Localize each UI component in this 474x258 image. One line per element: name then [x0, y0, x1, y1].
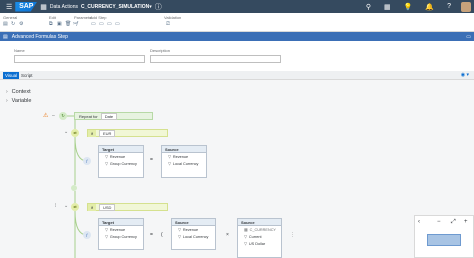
drag-handle-icon[interactable]: ⁞ [55, 203, 56, 209]
filter-icon: ▽ [178, 235, 181, 239]
repeat-node-icon[interactable]: ↻ [59, 112, 67, 120]
model-icon: ▦ [244, 228, 248, 232]
filter-icon: ▽ [168, 155, 171, 159]
filter-icon: ▽ [178, 228, 181, 232]
zoom-in-button[interactable]: + [464, 219, 468, 225]
more-options-icon[interactable]: ⋮ [290, 232, 295, 238]
source3-row2: US Dollar [248, 242, 266, 246]
filter-icon: ▽ [105, 155, 108, 159]
if-eur-bar[interactable]: if EUR [87, 129, 168, 137]
target1-title: Target [99, 146, 143, 153]
target2-title: Target [99, 219, 143, 226]
if1-collapse-icon[interactable]: ⌄ [64, 129, 68, 135]
add-node-icon[interactable] [71, 185, 77, 191]
source-box-2[interactable]: Source ▽ Revenue ▽ Local Currency [171, 218, 216, 250]
target2-row1: Revenue [109, 228, 126, 232]
source3-title: Source [238, 219, 281, 226]
filter-icon: ▽ [105, 228, 108, 232]
source-box-1[interactable]: Source ▽ Revenue ▽ Local Currency [161, 145, 207, 178]
source1-row2: Local Currency [172, 162, 199, 166]
zoom-panel: ‹ − ⤢ + [414, 215, 474, 258]
collapse-zoom-icon[interactable]: ‹ [418, 219, 420, 225]
filter-icon: ▽ [168, 162, 171, 166]
target-box-2[interactable]: Target ▽ Revenue ▽ Group Currency [98, 218, 144, 250]
if-usd-bar[interactable]: if USD [87, 203, 168, 211]
if1-label: if [88, 130, 96, 137]
if2-collapse-icon[interactable]: ⌄ [64, 203, 68, 209]
source2-title: Source [172, 219, 215, 226]
if2-value[interactable]: USD [99, 204, 116, 211]
if2-node-icon[interactable]: ⇄ [71, 203, 79, 211]
target1-row2: Group Currency [109, 162, 137, 166]
repeat-for-label: Repeat for [79, 114, 98, 119]
if2-label: if [88, 204, 96, 211]
collapse-toggle-icon[interactable]: – [52, 113, 55, 119]
filter-icon: ▽ [105, 162, 108, 166]
filter-icon: ▽ [244, 235, 247, 239]
source2-row1: Revenue [182, 228, 199, 232]
source1-row1: Revenue [172, 155, 189, 159]
warning-icon[interactable]: ⚠ [43, 112, 48, 119]
filter-icon: ▽ [105, 235, 108, 239]
equals-operator-1: = [150, 157, 153, 163]
open-paren: ( [161, 232, 163, 238]
repeat-for-value[interactable]: Date [100, 113, 118, 120]
source3-row1: Current [248, 235, 262, 239]
fit-icon[interactable]: ⤢ [451, 219, 456, 226]
if1-node-icon[interactable]: ⇄ [71, 129, 79, 137]
equals-operator-2: = [150, 232, 153, 238]
target1-row1: Revenue [109, 155, 126, 159]
source2-row2: Local Currency [182, 235, 209, 239]
repeat-for-bar[interactable]: Repeat for Date [74, 112, 153, 120]
target-box-1[interactable]: Target ▽ Revenue ▽ Group Currency [98, 145, 144, 178]
source1-title: Source [162, 146, 206, 153]
if1-value[interactable]: EUR [99, 130, 116, 137]
zoom-out-button[interactable]: − [437, 219, 441, 225]
minimap-viewport[interactable] [427, 234, 461, 246]
source-box-3[interactable]: Source ▦ C_CURRENCY ▽ Current ▽ US Dollar [237, 218, 282, 258]
multiply-operator: × [226, 232, 229, 238]
filter-icon: ▽ [244, 242, 247, 246]
formula2-node-icon[interactable]: ƒ [83, 231, 91, 239]
formula1-node-icon[interactable]: ƒ [83, 157, 91, 165]
source3-model: C_CURRENCY [249, 228, 276, 232]
target2-row2: Group Currency [109, 235, 137, 239]
